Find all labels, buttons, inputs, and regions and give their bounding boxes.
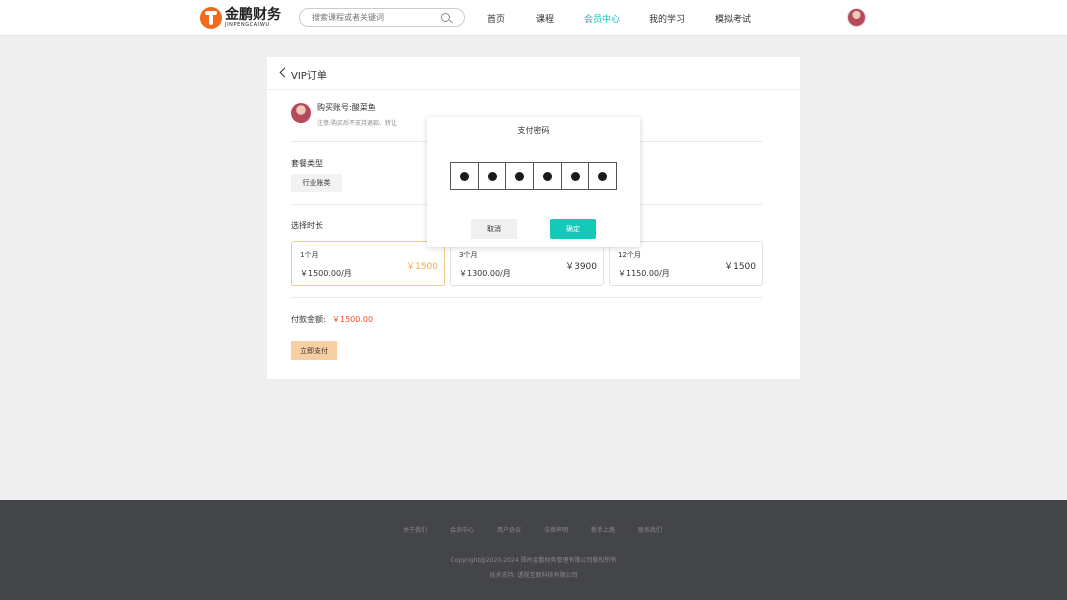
duration-total: ￥3900 xyxy=(565,262,597,272)
back-arrow-icon[interactable] xyxy=(279,67,290,78)
logo-icon xyxy=(200,7,222,29)
nav-home[interactable]: 首页 xyxy=(487,12,505,25)
footer-link-member-center[interactable]: 会员中心 xyxy=(450,525,474,534)
duration-option-1-month[interactable]: 1个月 ￥1500.00/月 ￥1500 xyxy=(291,241,445,286)
nav-courses[interactable]: 课程 xyxy=(536,12,554,25)
refund-note: 注意:购买后不支持退款、转让 xyxy=(317,120,398,127)
site-footer: 关于我们 会员中心 用户协议 法律声明 新手上路 联系我们 Copyright@… xyxy=(0,500,1067,600)
duration-option-12-months[interactable]: 12个月 ￥1150.00/月 ￥1500 xyxy=(609,241,763,286)
password-dot-icon xyxy=(570,171,580,181)
password-dot-icon xyxy=(515,171,525,181)
card-header: VIP订单 xyxy=(267,57,800,90)
footer-link-about[interactable]: 关于我们 xyxy=(403,525,427,534)
password-digit xyxy=(451,163,479,189)
duration-option-3-months[interactable]: 3个月 ￥1300.00/月 ￥3900 xyxy=(450,241,604,286)
nav-member-center[interactable]: 会员中心 xyxy=(584,12,620,25)
pay-amount-value: ￥1500.00 xyxy=(332,315,374,324)
user-avatar[interactable] xyxy=(847,8,866,27)
page-title: VIP订单 xyxy=(291,71,327,82)
duration-name: 3个月 xyxy=(459,251,478,259)
divider xyxy=(291,297,762,298)
duration-per-month: ￥1500.00/月 xyxy=(300,269,352,278)
logo-text-en: JINPENGCAIWU xyxy=(225,22,270,28)
duration-per-month: ￥1300.00/月 xyxy=(459,269,511,278)
footer-link-user-agreement[interactable]: 用户协议 xyxy=(497,525,521,534)
password-digit xyxy=(534,163,562,189)
duration-name: 1个月 xyxy=(300,251,319,259)
password-dot-icon xyxy=(542,171,552,181)
confirm-button[interactable]: 确定 xyxy=(550,219,596,239)
package-tag[interactable]: 行业账类 xyxy=(291,174,342,192)
nav-my-learning[interactable]: 我的学习 xyxy=(649,12,685,25)
footer-copyright: Copyright@2020-2024 郑州金鹏财务管理有限公司版权所有 xyxy=(450,557,617,564)
password-dot-icon xyxy=(598,171,608,181)
password-dot-icon xyxy=(487,171,497,181)
payment-password-modal: 支付密码 取消 确定 xyxy=(427,117,640,247)
duration-total: ￥1500 xyxy=(406,262,438,272)
footer-tech-support: 技术支持: 透视互联科技有限公司 xyxy=(489,572,578,579)
password-dot-icon xyxy=(459,171,469,181)
password-digit xyxy=(589,163,616,189)
search-icon[interactable] xyxy=(441,13,450,22)
modal-title: 支付密码 xyxy=(517,126,550,135)
password-digit xyxy=(479,163,507,189)
site-logo[interactable]: 金鹏财务 JINPENGCAIWU xyxy=(200,6,281,30)
pay-now-button[interactable]: 立即支付 xyxy=(291,341,337,360)
package-type-label: 套餐类型 xyxy=(291,159,323,168)
logo-text-cn: 金鹏财务 xyxy=(225,7,281,23)
duration-total: ￥1500 xyxy=(724,262,756,272)
account-label: 购买账号:酸菜鱼 xyxy=(317,103,376,112)
password-digit xyxy=(506,163,535,189)
duration-label: 选择时长 xyxy=(291,221,323,230)
cancel-button[interactable]: 取消 xyxy=(471,219,517,239)
password-digit xyxy=(562,163,590,189)
search-input[interactable] xyxy=(312,11,432,24)
top-header: 金鹏财务 JINPENGCAIWU 首页 课程 会员中心 我的学习 模拟考试 xyxy=(0,0,1067,36)
password-input[interactable] xyxy=(450,162,617,190)
pay-amount-label: 付款金额: xyxy=(291,315,326,324)
footer-link-getting-started[interactable]: 新手上路 xyxy=(591,525,615,534)
search-box[interactable] xyxy=(299,8,465,27)
footer-link-legal[interactable]: 法律声明 xyxy=(544,525,568,534)
footer-link-contact[interactable]: 联系我们 xyxy=(638,525,662,534)
duration-name: 12个月 xyxy=(618,251,641,259)
account-avatar xyxy=(291,103,311,123)
duration-per-month: ￥1150.00/月 xyxy=(618,269,670,278)
nav-mock-exam[interactable]: 模拟考试 xyxy=(715,12,751,25)
